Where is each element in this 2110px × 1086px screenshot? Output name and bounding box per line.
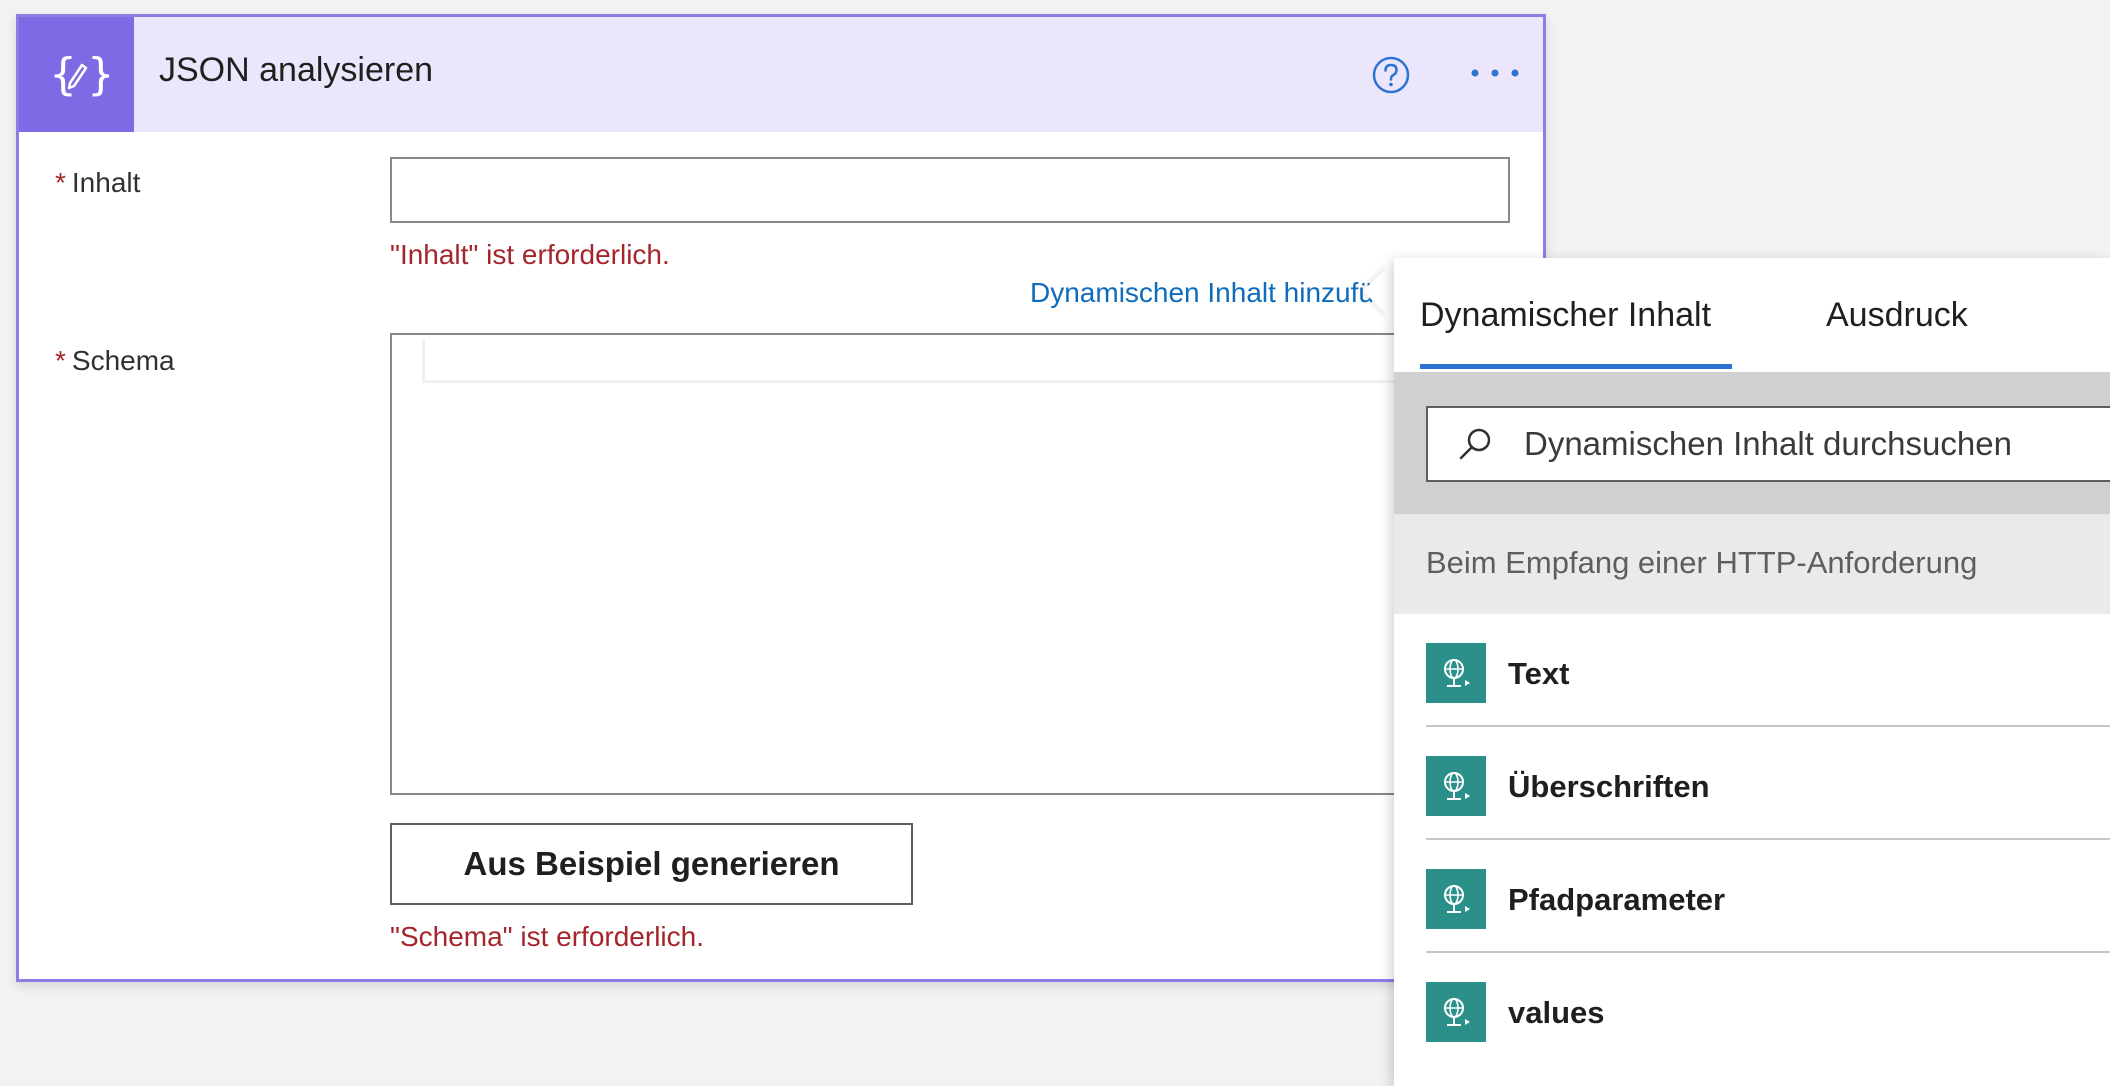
tab-expression[interactable]: Ausdruck — [1826, 296, 1968, 335]
http-request-icon — [1426, 869, 1486, 929]
required-marker: * — [55, 345, 66, 376]
list-item[interactable]: values — [1394, 953, 2110, 1066]
inhalt-label: * Inhalt — [55, 167, 140, 199]
item-label: Text — [1508, 656, 1570, 691]
generate-from-sample-button[interactable]: Aus Beispiel generieren — [390, 823, 913, 905]
list-item[interactable]: Überschriften — [1394, 727, 2110, 840]
schema-error: "Schema" ist erforderlich. — [390, 921, 704, 952]
schema-label-text: Schema — [71, 345, 175, 376]
section-header[interactable]: Beim Empfang einer HTTP-Anforderung — [1394, 514, 2110, 614]
inhalt-input[interactable] — [390, 157, 1510, 223]
svg-text:{: { — [49, 49, 77, 100]
json-parse-action-card: { } JSON analysieren *Inhalt "Inhalt" is… — [16, 14, 1546, 982]
inhalt-label-text: Inhalt — [71, 167, 141, 198]
list-item[interactable]: Text — [1394, 614, 2110, 727]
schema-editor[interactable] — [390, 333, 1510, 795]
card-header[interactable]: { } JSON analysieren — [19, 17, 1543, 132]
search-input[interactable] — [1524, 425, 2084, 463]
item-label: Pfadparameter — [1508, 882, 1726, 917]
dynamic-content-list: Text Überschriften Pfadparameter values — [1394, 614, 2110, 1066]
http-request-icon — [1426, 756, 1486, 816]
http-request-icon — [1426, 643, 1486, 703]
json-edit-icon: { } — [19, 17, 134, 132]
search-field[interactable] — [1426, 406, 2110, 482]
tab-dynamic-content[interactable]: Dynamischer Inhalt — [1420, 296, 1711, 335]
add-dynamic-content-link[interactable]: Dynamischen Inhalt hinzufü — [1030, 277, 1374, 309]
svg-text:}: } — [87, 49, 109, 100]
section-title: Beim Empfang einer HTTP-Anforderung — [1426, 545, 1978, 580]
inhalt-error: "Inhalt" ist erforderlich. — [390, 239, 670, 270]
search-icon — [1456, 425, 1494, 463]
question-circle-icon[interactable] — [1371, 55, 1411, 95]
card-title: JSON analysieren — [159, 51, 434, 89]
required-marker: * — [55, 167, 66, 198]
schema-label: * Schema — [55, 345, 175, 377]
search-area — [1394, 372, 2110, 514]
http-request-icon — [1426, 982, 1486, 1042]
list-item[interactable]: Pfadparameter — [1394, 840, 2110, 953]
item-label: Überschriften — [1508, 769, 1710, 804]
schema-editor-line — [422, 339, 1488, 383]
active-tab-indicator — [1420, 364, 1732, 369]
dynamic-content-panel: Dynamischer Inhalt Ausdruck Beim Empfang… — [1394, 258, 2110, 1086]
item-label: values — [1508, 995, 1605, 1030]
ellipsis-icon[interactable] — [1465, 53, 1525, 93]
